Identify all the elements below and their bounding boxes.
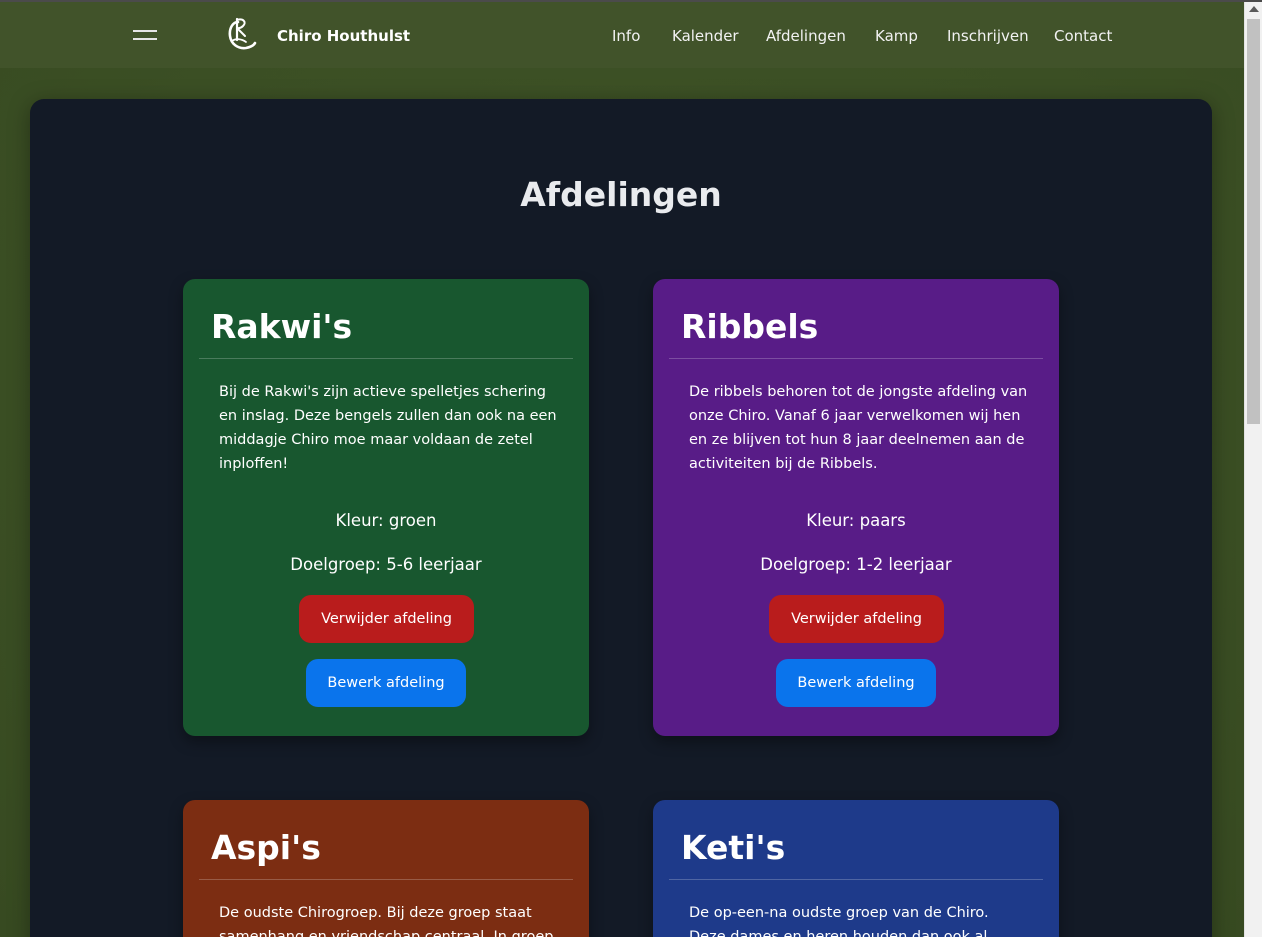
card-description: De ribbels behoren tot de jongste afdeli… xyxy=(689,384,1028,472)
nav-link-kalender[interactable]: Kalender xyxy=(672,27,739,45)
vertical-scrollbar[interactable] xyxy=(1244,2,1262,937)
card-title: Aspi's xyxy=(211,828,321,867)
card-title: Rakwi's xyxy=(211,307,353,346)
card-description: De oudste Chirogroep. Bij deze groep sta… xyxy=(219,905,554,937)
card-title: Keti's xyxy=(681,828,786,867)
nav-links: Info Kalender Afdelingen Kamp Inschrijve… xyxy=(0,27,1244,47)
edit-department-button[interactable]: Bewerk afdeling xyxy=(776,659,936,707)
card-target-group: Doelgroep: 5-6 leerjaar xyxy=(290,555,482,574)
department-card-aspis: Aspi's De oudste Chirogroep. Bij deze gr… xyxy=(183,800,589,937)
card-title: Ribbels xyxy=(681,307,819,346)
nav-link-info[interactable]: Info xyxy=(612,27,640,45)
navbar: Chiro Houthulst Info Kalender Afdelingen… xyxy=(0,2,1244,68)
scroll-up-arrow-icon[interactable] xyxy=(1249,6,1259,12)
nav-link-inschrijven[interactable]: Inschrijven xyxy=(947,27,1029,45)
delete-department-button[interactable]: Verwijder afdeling xyxy=(769,595,944,643)
department-card-ketis: Keti's De op-een-na oudste groep van de … xyxy=(653,800,1059,937)
card-divider xyxy=(199,358,573,359)
scrollbar-thumb[interactable] xyxy=(1247,19,1260,424)
delete-department-button[interactable]: Verwijder afdeling xyxy=(299,595,474,643)
edit-department-button[interactable]: Bewerk afdeling xyxy=(306,659,466,707)
card-target-group: Doelgroep: 1-2 leerjaar xyxy=(760,555,952,574)
department-card-ribbels: Ribbels De ribbels behoren tot de jongst… xyxy=(653,279,1059,736)
card-color-label: Kleur: groen xyxy=(335,511,437,530)
card-divider xyxy=(199,879,573,880)
card-description: De op-een-na oudste groep van de Chiro. … xyxy=(689,905,989,937)
card-divider xyxy=(669,879,1043,880)
page-title: Afdelingen xyxy=(520,175,722,214)
card-divider xyxy=(669,358,1043,359)
nav-link-afdelingen[interactable]: Afdelingen xyxy=(766,27,846,45)
card-color-label: Kleur: paars xyxy=(806,511,906,530)
nav-link-kamp[interactable]: Kamp xyxy=(875,27,918,45)
card-description: Bij de Rakwi's zijn actieve spelletjes s… xyxy=(219,384,557,472)
department-card-rakwis: Rakwi's Bij de Rakwi's zijn actieve spel… xyxy=(183,279,589,736)
nav-link-contact[interactable]: Contact xyxy=(1054,27,1112,45)
